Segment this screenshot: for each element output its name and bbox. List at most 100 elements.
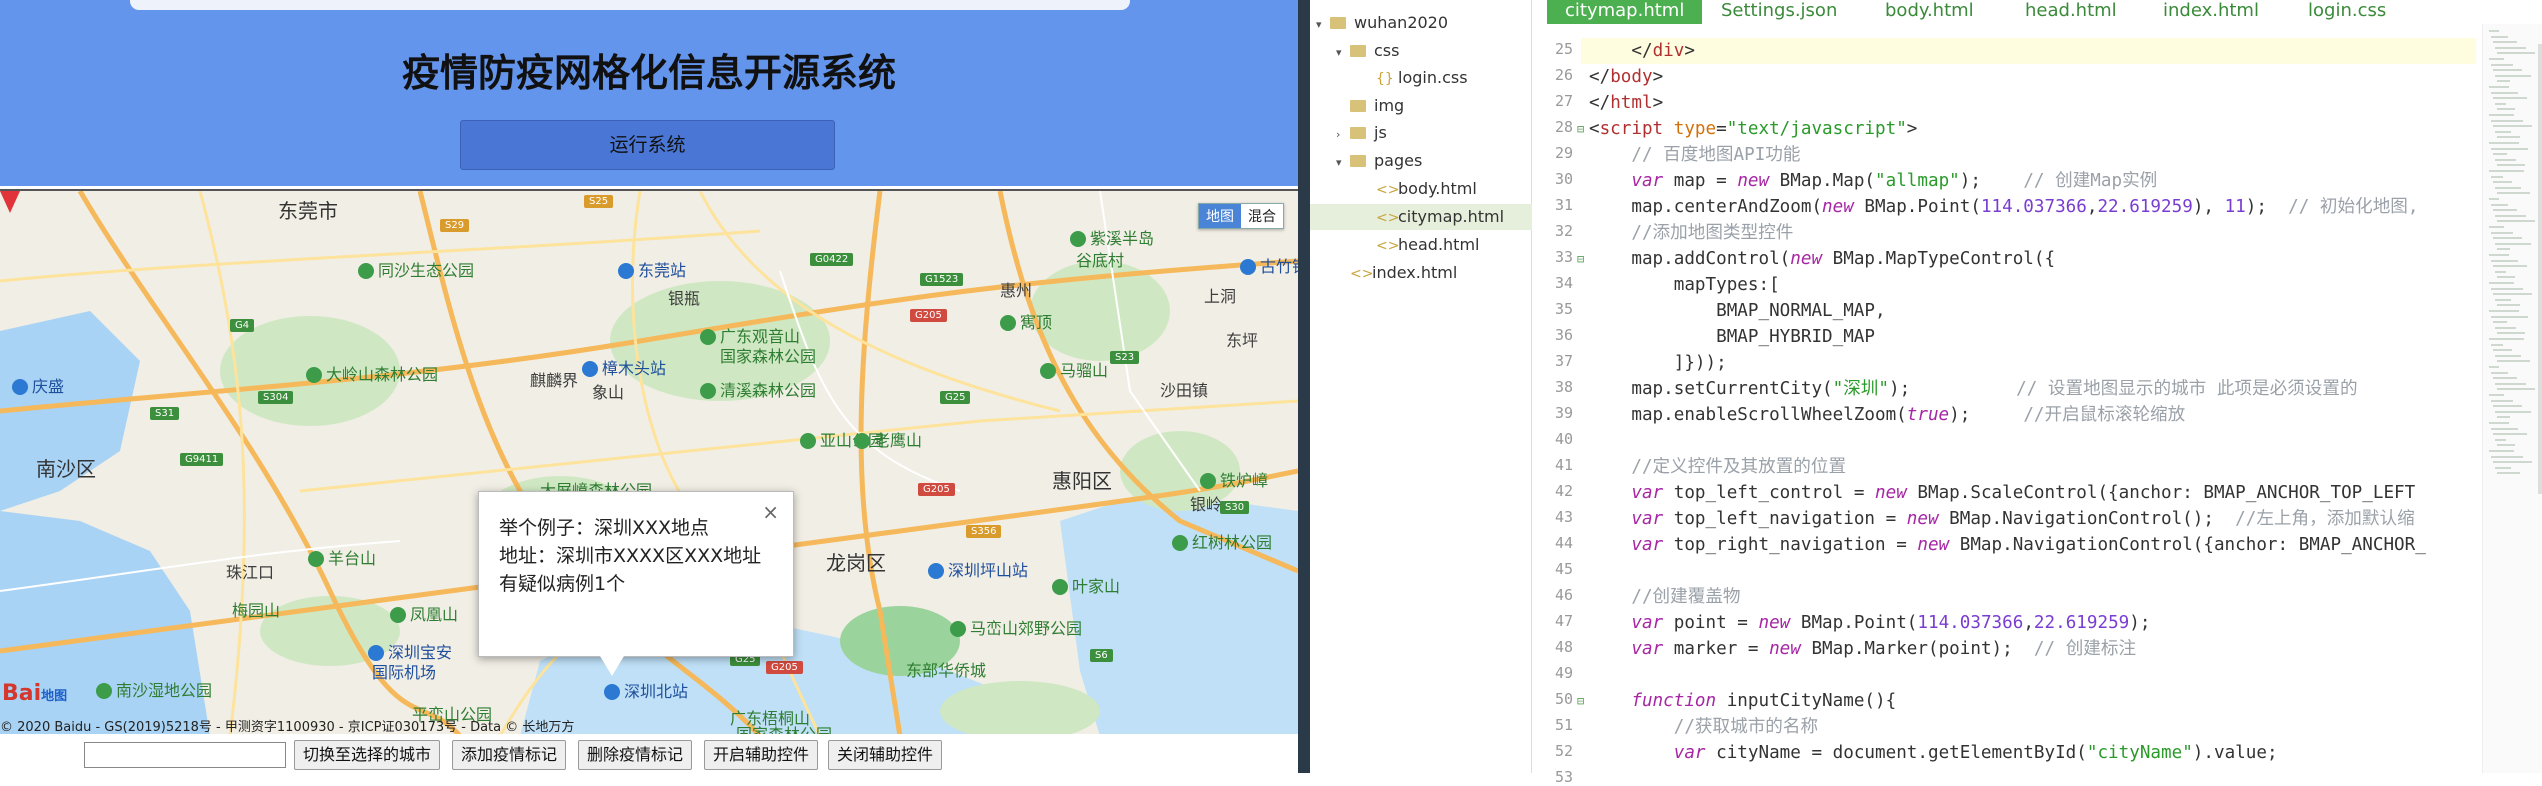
minimap-line — [2497, 360, 2530, 363]
map-label: 珠江口 — [226, 563, 275, 582]
chevron-right-icon: › — [1336, 128, 1341, 141]
park-icon — [1070, 231, 1086, 247]
window-divider[interactable] — [1298, 0, 1310, 773]
code-area[interactable]: </div> </body> </html> <script type="text/j… — [1581, 24, 2476, 773]
tab-settings-json[interactable]: Settings.json — [1721, 0, 1837, 24]
map-type-normal-button[interactable]: 地图 — [1199, 204, 1241, 228]
minimap-line — [2489, 198, 2499, 200]
minimap-line — [2489, 114, 2514, 116]
map-label: 麒麟界 — [530, 371, 579, 390]
map-label: 惠州 — [1000, 281, 1033, 300]
minimap-line — [2495, 382, 2526, 385]
road-shield: S6 — [1090, 649, 1113, 662]
tab-head-html[interactable]: head.html — [2025, 0, 2117, 24]
minimap-line — [2497, 444, 2515, 447]
road-shield: G0422 — [810, 253, 854, 266]
minimap-line — [2495, 74, 2531, 77]
tree-file-head-html[interactable]: <>head.html — [1376, 232, 1479, 258]
minimap-line — [2493, 377, 2517, 380]
road-shield: S30 — [1220, 501, 1250, 514]
map-marker-icon[interactable] — [0, 191, 20, 213]
tree-folder-pages[interactable]: ▾ pages — [1336, 148, 1422, 174]
enable-controls-button[interactable]: 开启辅助控件 — [704, 740, 819, 770]
folder-icon — [1330, 17, 1346, 29]
code-line: BMAP_NORMAL_MAP, — [1589, 301, 1886, 321]
map-label: 银岭 — [1190, 495, 1223, 514]
minimap-line — [2489, 254, 2509, 256]
map-label: 深圳北站 — [604, 678, 688, 702]
minimap-line — [2497, 332, 2525, 335]
minimap-line — [2497, 220, 2535, 223]
city-name-input[interactable] — [84, 742, 286, 768]
map-label: 寯顶 — [1000, 309, 1052, 333]
map-label: 梅园山 — [232, 601, 281, 620]
baidu-map[interactable]: 东莞市 东莞站 银瓶 紫溪半岛 谷底村 同沙生态公园 惠州 广东观音山 国家森林… — [0, 189, 1298, 734]
park-icon — [700, 329, 716, 345]
minimap-slider[interactable] — [2538, 44, 2542, 494]
minimap-line — [2497, 248, 2510, 251]
minimap-line — [2491, 35, 2508, 38]
minimap-line — [2493, 41, 2517, 44]
chevron-down-icon: ▾ — [1316, 18, 1322, 31]
switch-city-button[interactable]: 切换至选择的城市 — [294, 740, 441, 770]
minimap[interactable] — [2482, 24, 2542, 773]
minimap-line — [2493, 405, 2522, 408]
map-label: 马骝山 — [1040, 357, 1108, 381]
park-icon — [390, 607, 406, 623]
minimap-line — [2493, 433, 2527, 436]
road-shield: S29 — [440, 219, 470, 232]
close-icon[interactable]: × — [762, 500, 779, 524]
park-icon — [306, 367, 322, 383]
minimap-line — [2495, 242, 2531, 245]
minimap-line — [2489, 366, 2499, 368]
tree-file-citymap-html[interactable]: <>citymap.html — [1310, 204, 1532, 230]
tree-folder-css[interactable]: ▾ css — [1336, 38, 1399, 64]
map-label: 谷底村 — [1076, 251, 1125, 270]
road-shield: S31 — [150, 407, 180, 420]
code-line: var point = new BMap.Point(114.037366,22… — [1631, 613, 2151, 633]
chevron-down-icon: ▾ — [1336, 156, 1342, 169]
minimap-line — [2493, 349, 2512, 352]
line-number: 43 — [1554, 508, 1573, 526]
tree-file-login-css[interactable]: {} login.css — [1376, 65, 1468, 91]
map-label: 铁炉嶂 — [1200, 467, 1268, 491]
line-number: 32 — [1554, 222, 1573, 240]
line-number: 25 — [1554, 40, 1573, 58]
tree-file-body-html[interactable]: <>body.html — [1376, 176, 1477, 202]
tab-body-html[interactable]: body.html — [1885, 0, 1974, 24]
minimap-line — [2493, 181, 2512, 184]
road-shield: G9411 — [180, 453, 224, 466]
run-system-button[interactable]: 运行系统 — [460, 120, 835, 170]
minimap-line — [2489, 58, 2504, 60]
line-number: 28 — [1554, 118, 1573, 136]
code-line: var cityName = document.getElementById("… — [1673, 743, 2278, 763]
tree-file-index-html[interactable]: <>index.html — [1350, 260, 1457, 286]
road-shield: G1523 — [920, 273, 964, 286]
tree-folder-js[interactable]: › js — [1336, 120, 1387, 146]
park-icon — [1172, 535, 1188, 551]
tab-index-html[interactable]: index.html — [2163, 0, 2259, 24]
minimap-line — [2489, 338, 2524, 340]
tree-folder-root[interactable]: ▾ wuhan2020 — [1316, 10, 1448, 36]
code-line: map.centerAndZoom(new BMap.Point(114.037… — [1589, 197, 2419, 217]
line-number: 44 — [1554, 534, 1573, 552]
road-shield: G205 — [910, 309, 947, 322]
minimap-line — [2489, 394, 2504, 396]
minimap-line — [2491, 119, 2523, 122]
add-marker-button[interactable]: 添加疫情标记 — [452, 740, 567, 770]
tree-folder-img[interactable]: img — [1350, 93, 1404, 119]
park-icon — [800, 433, 816, 449]
minimap-line — [2495, 102, 2506, 105]
minimap-line — [2497, 136, 2520, 139]
disable-controls-button[interactable]: 关闭辅助控件 — [828, 740, 943, 770]
code-line: //定义控件及其放置的位置 — [1631, 457, 1847, 477]
code-line: ]})); — [1589, 353, 1727, 373]
minimap-line — [2489, 282, 2514, 284]
tab-citymap-html[interactable]: citymap.html — [1547, 0, 1703, 24]
map-type-hybrid-button[interactable]: 混合 — [1241, 204, 1283, 228]
page-title: 疫情防疫网格化信息开源系统 — [401, 51, 896, 95]
tab-login-css[interactable]: login.css — [2308, 0, 2386, 24]
minimap-line — [2493, 209, 2517, 212]
remove-marker-button[interactable]: 删除疫情标记 — [578, 740, 693, 770]
